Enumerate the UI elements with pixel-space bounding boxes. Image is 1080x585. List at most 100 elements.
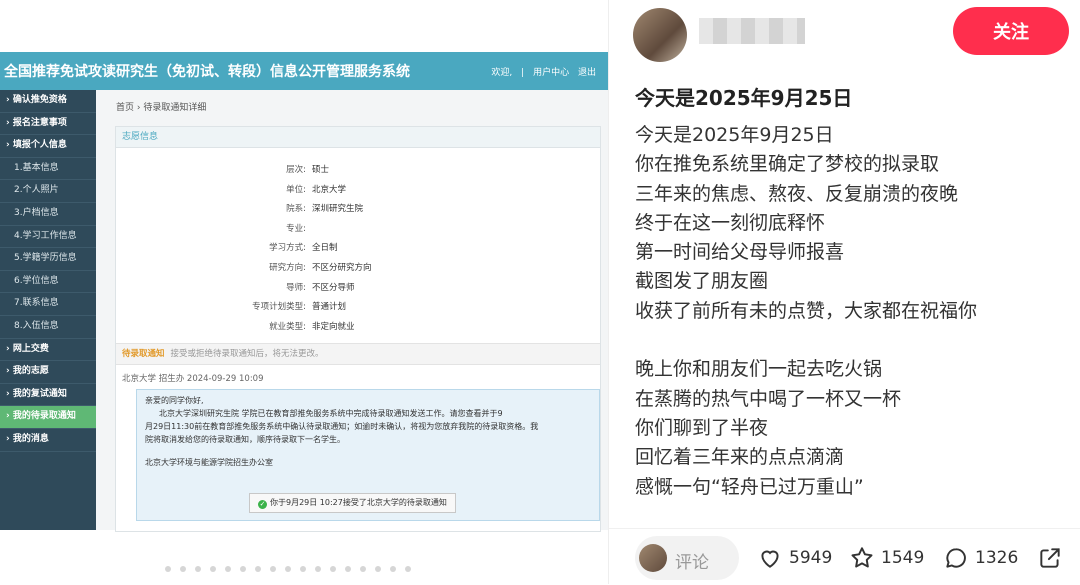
like-count: 5949 [789, 548, 833, 568]
breadcrumb-home: 首页 [116, 103, 135, 113]
carousel-dot[interactable] [285, 566, 291, 572]
sidebar-item[interactable]: › 我的消息 [0, 429, 96, 452]
sidebar-item[interactable]: › 报名注意事项 [0, 113, 96, 136]
info-label: 学习方式: [269, 243, 306, 254]
author-avatar[interactable] [633, 8, 687, 62]
system-main: 首页 › 待录取通知详细 志愿信息 层次: 硕士单位: 北京大学院系: 深圳研究生院专… [104, 90, 601, 532]
post-line: 晚上你和朋友们一起去吃火锅 [635, 358, 883, 381]
info-label: 研究方向: [269, 263, 306, 273]
volunteer-section-title: 志愿信息 [116, 127, 600, 148]
sidebar-item[interactable]: 6.学位信息 [0, 271, 96, 294]
sidebar-item[interactable]: 3.户档信息 [0, 203, 96, 226]
notice-message: 亲爱的同学你好, 北京大学深圳研究生院 学院已在教育部推免服务系统中完成待录取通… [136, 389, 600, 521]
carousel-dot[interactable] [255, 566, 261, 572]
sidebar-item[interactable]: › 填报个人信息 [0, 135, 96, 158]
carousel-dot[interactable] [180, 566, 186, 572]
sidebar-item[interactable]: › 确认推免资格 [0, 90, 96, 113]
info-value: 深圳研究生院 [312, 204, 364, 215]
welcome-text: 欢迎, [491, 68, 513, 78]
carousel-dot[interactable] [165, 566, 171, 572]
notice-section-title: 待录取通知 [122, 349, 165, 359]
accepted-status: ✓ 你于9月29日 10:27接受了北京大学的待录取通知 [249, 493, 456, 513]
info-value: 非定向就业 [312, 321, 355, 332]
post-title: 今天是2025年9月25日 [635, 86, 853, 110]
carousel-dot[interactable] [375, 566, 381, 572]
sidebar-item[interactable]: 5.学籍学历信息 [0, 248, 96, 271]
sidebar-item[interactable]: 1.基本信息 [0, 158, 96, 181]
post-line: 终于在这一刻彻底释怀 [635, 211, 826, 234]
info-value: 普通计划 [312, 302, 347, 313]
author-name-blurred[interactable] [699, 18, 805, 44]
carousel-dot[interactable] [195, 566, 201, 572]
info-row: 学习方式: 全日制 [116, 241, 600, 253]
carousel-dot[interactable] [300, 566, 306, 572]
sidebar-item[interactable]: 7.联系信息 [0, 293, 96, 316]
info-value: 北京大学 [312, 184, 347, 195]
info-label: 专项计划类型: [252, 302, 306, 313]
heart-icon [761, 550, 779, 568]
post-body: 今天是2025年9月25日你在推免系统里确定了梦校的拟录取 三年来的焦虑、熬夜、反… [635, 121, 1075, 502]
comment-input[interactable]: 评论 [635, 536, 739, 580]
post-line: 三年来的焦虑、熬夜、反复崩溃的夜晚 [635, 182, 959, 205]
sidebar-item[interactable]: › 网上交费 [0, 339, 96, 362]
carousel-dot[interactable] [390, 566, 396, 572]
info-row: 专业: [116, 222, 600, 234]
user-center-link: 用户中心 [533, 68, 570, 78]
post-line: 回忆着三年来的点点滴滴 [635, 446, 845, 469]
carousel-dot[interactable] [150, 566, 156, 572]
system-header: 全国推荐免试攻读研究生（免初试、转段）信息公开管理服务系统 欢迎, | 用户中心… [0, 52, 608, 90]
follow-button[interactable]: 关注 [953, 7, 1069, 55]
star-count: 1549 [881, 548, 925, 568]
carousel-dot[interactable] [315, 566, 321, 572]
notice-greeting: 亲爱的同学你好, [145, 396, 204, 405]
breadcrumb-current: 待录取通知详细 [143, 103, 207, 113]
sidebar-item[interactable]: 2.个人照片 [0, 180, 96, 203]
comment-placeholder: 评论 [675, 553, 709, 573]
sidebar-item[interactable]: 4.学习工作信息 [0, 226, 96, 249]
post-line: 截图发了朋友圈 [635, 270, 769, 293]
carousel-dot[interactable] [240, 566, 246, 572]
post-line: 感慨一句“轻舟已过万重山” [635, 475, 864, 498]
notice-body-line: 院将取消发给您的待录取通知，顺序待录取下一名学生。 [145, 435, 345, 444]
system-sidebar: › 确认推免资格 › 报名注意事项 › 填报个人信息 1.基本信息 2.个人照片 3.户档… [0, 90, 96, 530]
info-row: 专项计划类型: 普通计划 [116, 300, 600, 312]
post-line: 第一时间给父母导师报喜 [635, 241, 845, 264]
post-line: 在蒸腾的热气中喝了一杯又一杯 [635, 387, 902, 410]
info-label: 导师: [286, 282, 306, 293]
system-title: 全国推荐免试攻读研究生（免初试、转段）信息公开管理服务系统 [4, 64, 410, 80]
info-label: 院系: [286, 204, 306, 215]
sidebar-item[interactable]: › 我的复试通知 [0, 384, 96, 407]
breadcrumb-separator: › [136, 103, 141, 113]
share-button[interactable] [1037, 545, 1065, 571]
carousel-dot[interactable] [225, 566, 231, 572]
info-row: 层次: 硕士 [116, 163, 600, 175]
post-line: 今天是2025年9月25日 [635, 124, 834, 146]
info-value: 硕士 [312, 165, 330, 175]
carousel-dot[interactable] [330, 566, 336, 572]
sidebar-item[interactable]: 8.入伍信息 [0, 316, 96, 339]
sidebar-item[interactable]: › 我的志愿 [0, 361, 96, 384]
info-label: 层次: [286, 165, 306, 175]
info-row: 院系: 深圳研究生院 [116, 202, 600, 214]
post-line: 你们聊到了半夜 [635, 416, 769, 439]
notice-from: 北京大学 招生办 2024-09-29 10:09 [122, 374, 264, 384]
carousel-dot[interactable] [405, 566, 411, 572]
notice-body-line: 北京大学深圳研究生院 学院已在教育部推免服务系统中完成待录取通知发送工作。请您查… [159, 409, 503, 418]
carousel-dot[interactable] [360, 566, 366, 572]
comment-count: 1326 [975, 548, 1019, 568]
carousel-dot[interactable] [345, 566, 351, 572]
info-row: 单位: 北京大学 [116, 183, 600, 195]
breadcrumb: 首页 › 待录取通知详细 [116, 100, 206, 113]
post-line: 收获了前所有未的点赞，大家都在祝福你 [635, 299, 978, 322]
header-links: 欢迎, | 用户中心 退出 [485, 65, 596, 78]
info-row: 导师: 不区分导师 [116, 281, 600, 293]
carousel-dots[interactable] [150, 566, 450, 574]
post-line: 你在推免系统里确定了梦校的拟录取 [635, 153, 940, 176]
check-circle-icon: ✓ [258, 500, 267, 509]
carousel-dot[interactable] [210, 566, 216, 572]
info-value: 全日制 [312, 243, 338, 254]
carousel-dot[interactable] [270, 566, 276, 572]
post-image-panel: 全国推荐免试攻读研究生（免初试、转段）信息公开管理服务系统 欢迎, | 用户中心… [0, 0, 608, 584]
accepted-text: 你于9月29日 10:27接受了北京大学的待录取通知 [270, 498, 447, 507]
sidebar-item[interactable]: › 我的待录取通知 [0, 406, 96, 429]
